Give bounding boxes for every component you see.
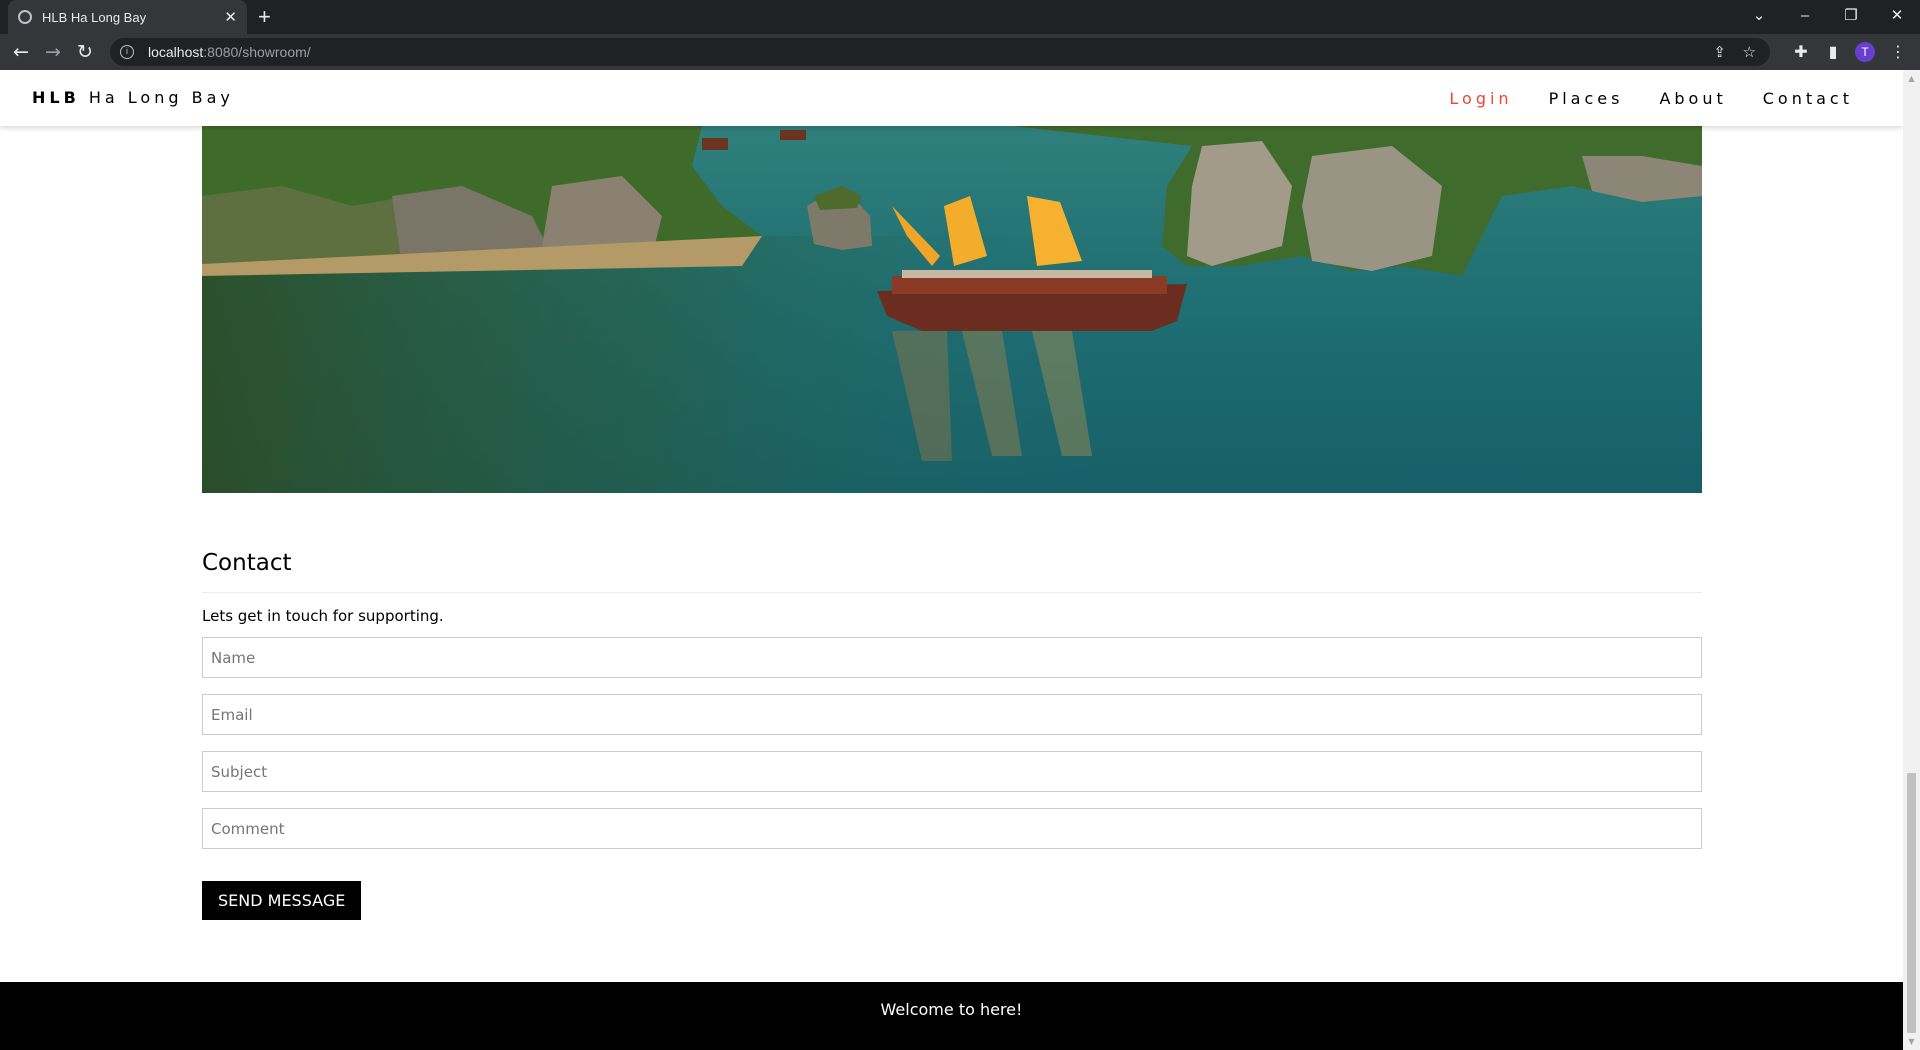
- name-input[interactable]: [202, 637, 1702, 678]
- forward-icon[interactable]: →: [41, 40, 65, 64]
- browser-tab-bar: HLB Ha Long Bay ✕ + ⌄ – ❐ ✕: [0, 0, 1920, 34]
- close-window-icon[interactable]: ✕: [1882, 0, 1912, 30]
- comment-input[interactable]: [202, 808, 1702, 849]
- scroll-up-icon[interactable]: ▲: [1907, 74, 1916, 83]
- site-info-icon[interactable]: i: [120, 45, 134, 59]
- share-icon[interactable]: ⇪: [1713, 38, 1726, 66]
- tab-search-icon[interactable]: ⌄: [1744, 0, 1774, 30]
- nav-login[interactable]: Login: [1431, 89, 1530, 108]
- profile-avatar[interactable]: T: [1855, 42, 1875, 62]
- subject-input[interactable]: [202, 751, 1702, 792]
- url-text: localhost:8080/showroom/: [148, 44, 311, 60]
- side-panel-icon[interactable]: ▮: [1821, 40, 1845, 64]
- site-menu: Login Places About Contact: [1431, 70, 1871, 126]
- email-input[interactable]: [202, 694, 1702, 735]
- address-bar[interactable]: i localhost:8080/showroom/ ⇪ ☆: [110, 38, 1770, 66]
- site-footer: Welcome to here!: [0, 982, 1903, 1050]
- new-tab-icon[interactable]: +: [258, 4, 271, 30]
- hero-image: [202, 126, 1702, 493]
- close-tab-icon[interactable]: ✕: [224, 8, 237, 26]
- reload-icon[interactable]: ↻: [73, 40, 97, 64]
- browser-toolbar: ← → ↻ i localhost:8080/showroom/ ⇪ ☆ ✚ ▮…: [0, 34, 1920, 70]
- browser-menu-icon[interactable]: ⋮: [1886, 40, 1910, 64]
- minimize-icon[interactable]: –: [1790, 0, 1820, 30]
- extensions-icon[interactable]: ✚: [1789, 40, 1813, 64]
- nav-about[interactable]: About: [1641, 89, 1744, 108]
- browser-tab[interactable]: HLB Ha Long Bay ✕: [8, 0, 247, 34]
- globe-icon: [18, 10, 32, 24]
- contact-intro: Lets get in touch for supporting.: [202, 607, 444, 625]
- contact-section: Contact Lets get in touch for supporting…: [202, 550, 1702, 920]
- nav-contact[interactable]: Contact: [1745, 89, 1871, 108]
- scrollbar-thumb[interactable]: [1907, 773, 1916, 1033]
- site-brand[interactable]: HLB Ha Long Bay: [32, 88, 234, 107]
- back-icon[interactable]: ←: [9, 40, 33, 64]
- restore-icon[interactable]: ❐: [1836, 0, 1866, 30]
- page-viewport: HLB Ha Long Bay Login Places About Conta…: [0, 70, 1903, 1050]
- site-navbar: HLB Ha Long Bay Login Places About Conta…: [0, 70, 1903, 126]
- scroll-down-icon[interactable]: ▼: [1907, 1037, 1916, 1046]
- tab-title: HLB Ha Long Bay: [42, 9, 147, 25]
- nav-places[interactable]: Places: [1531, 89, 1642, 108]
- send-message-button[interactable]: SEND MESSAGE: [202, 881, 362, 920]
- page-scrollbar[interactable]: ▲ ▼: [1903, 70, 1920, 1050]
- bookmark-star-icon[interactable]: ☆: [1743, 38, 1756, 66]
- contact-heading: Contact: [202, 550, 1702, 593]
- footer-text: Welcome to here!: [880, 1000, 1023, 1019]
